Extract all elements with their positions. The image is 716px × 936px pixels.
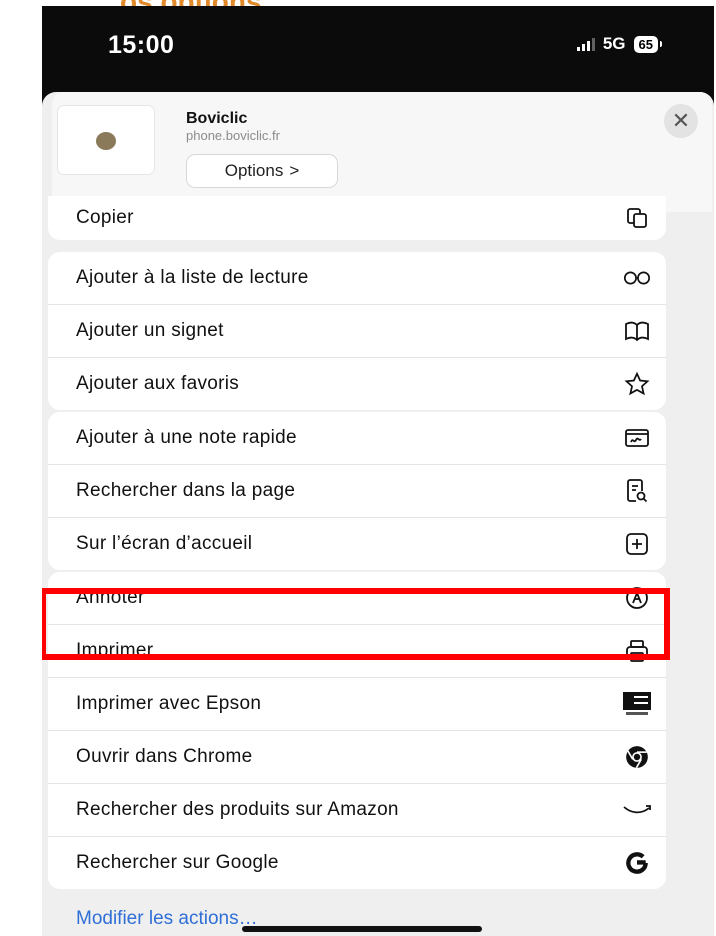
action-label: Rechercher sur Google [76, 852, 279, 873]
action-label: Rechercher des produits sur Amazon [76, 799, 399, 820]
status-right: 5G 65 [576, 34, 663, 54]
book-icon [622, 316, 652, 346]
chrome-icon [622, 742, 652, 772]
action-print-epson[interactable]: Imprimer avec Epson [48, 678, 666, 731]
copy-icon [622, 203, 652, 233]
network-label: 5G [602, 34, 626, 53]
group-copy: Copier [48, 196, 666, 240]
action-amazon[interactable]: Rechercher des produits sur Amazon [48, 784, 666, 837]
close-icon: ✕ [671, 108, 691, 133]
share-sheet: Boviclic phone.boviclic.fr Options > ✕ C… [42, 92, 714, 936]
quick-note-icon [622, 423, 652, 453]
group-tools: Ajouter à une note rapide Rechercher dan… [48, 412, 666, 570]
home-indicator [242, 926, 482, 932]
signal-icon [576, 37, 595, 51]
action-find-in-page[interactable]: Rechercher dans la page [48, 465, 666, 518]
action-label: Ajouter un signet [76, 320, 224, 341]
phone-screen: 15:00 5G 65 Boviclic phone.boviclic.fr O… [42, 6, 714, 936]
action-label: Ajouter à une note rapide [76, 427, 297, 448]
epson-icon [622, 689, 652, 719]
action-copy[interactable]: Copier [48, 196, 666, 240]
group-reading: Ajouter à la liste de lecture Ajouter un… [48, 252, 666, 410]
site-url: phone.boviclic.fr [186, 128, 280, 143]
star-icon [622, 369, 652, 399]
google-g-icon [622, 848, 652, 878]
action-label: Rechercher dans la page [76, 480, 296, 501]
site-thumbnail [58, 106, 154, 174]
action-label: Copier [76, 207, 134, 228]
action-label: Ajouter aux favoris [76, 373, 240, 394]
share-header: Boviclic phone.boviclic.fr Options > ✕ [52, 92, 712, 212]
action-label: Ajouter à la liste de lecture [76, 267, 309, 288]
action-favorites[interactable]: Ajouter aux favoris [48, 358, 666, 410]
action-google[interactable]: Rechercher sur Google [48, 837, 666, 889]
edit-actions-link[interactable]: Modifier les actions… [76, 908, 258, 930]
site-logo-icon [96, 132, 116, 150]
site-name: Boviclic [186, 110, 248, 127]
amazon-smile-icon [622, 795, 652, 825]
close-button[interactable]: ✕ [664, 104, 698, 138]
action-quick-note[interactable]: Ajouter à une note rapide [48, 412, 666, 465]
action-bookmark[interactable]: Ajouter un signet [48, 305, 666, 358]
action-open-chrome[interactable]: Ouvrir dans Chrome [48, 731, 666, 784]
status-time: 15:00 [108, 31, 175, 59]
add-square-icon [622, 529, 652, 559]
options-label: Options [224, 161, 284, 180]
chevron-right-icon: > [289, 161, 300, 180]
status-bar: 15:00 5G 65 [42, 6, 714, 80]
action-label: Imprimer avec Epson [76, 693, 262, 714]
action-reading-list[interactable]: Ajouter à la liste de lecture [48, 252, 666, 305]
battery-icon: 65 [633, 35, 663, 53]
find-in-page-icon [622, 476, 652, 506]
glasses-icon [622, 263, 652, 293]
action-add-to-home-screen[interactable]: Sur l’écran d’accueil [48, 518, 666, 570]
action-label: Ouvrir dans Chrome [76, 746, 253, 767]
highlight-box [42, 588, 670, 660]
action-label: Sur l’écran d’accueil [76, 533, 253, 554]
options-button[interactable]: Options > [186, 154, 338, 188]
